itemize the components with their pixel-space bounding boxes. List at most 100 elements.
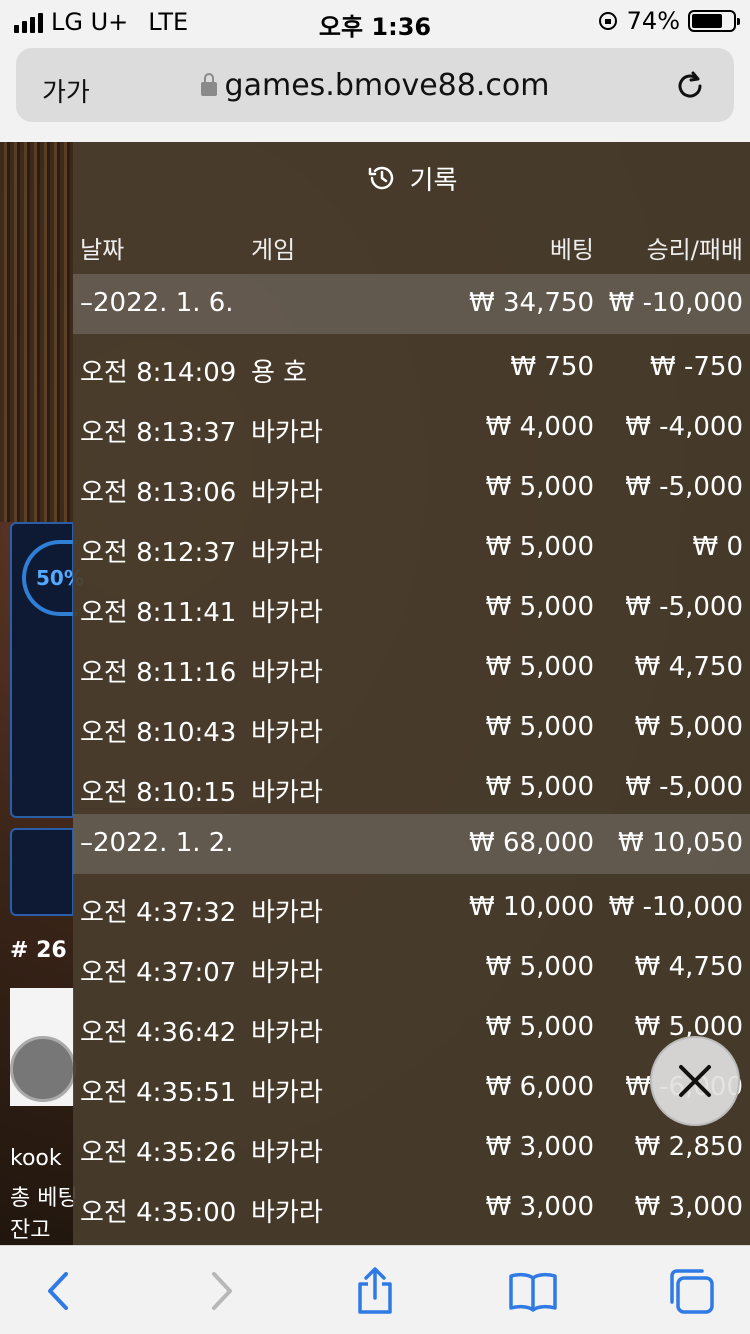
- history-row[interactable]: 오전 4:37:07 바카라 ₩ 5,000 ₩ 4,750: [73, 940, 750, 1000]
- row-bet: ₩ 6,000: [485, 1072, 594, 1102]
- column-date: 날짜: [80, 236, 125, 264]
- row-bet: ₩ 4,000: [485, 412, 594, 442]
- row-time: 오전 4:37:32: [80, 898, 237, 928]
- history-row[interactable]: 오전 8:13:06 바카라 ₩ 5,000 ₩ -5,000: [73, 460, 750, 520]
- row-game: 바카라: [251, 418, 323, 448]
- row-bet: ₩ 3,000: [485, 1132, 594, 1162]
- lock-icon: [200, 73, 217, 96]
- bookmarks-icon[interactable]: [508, 1266, 558, 1316]
- back-arrow-icon[interactable]: [34, 1266, 84, 1316]
- column-result: 승리/패배: [646, 236, 743, 264]
- row-game: 바카라: [251, 718, 323, 748]
- history-icon: [368, 166, 393, 190]
- column-bet: 베팅: [549, 236, 594, 264]
- history-row[interactable]: 오전 8:10:15 바카라 ₩ 5,000 ₩ -5,000: [73, 760, 750, 820]
- game-side-button[interactable]: [10, 828, 74, 916]
- row-game: 바카라: [251, 1078, 323, 1108]
- row-result: ₩ 4,750: [634, 652, 743, 682]
- url-display[interactable]: games.bmove88.com: [16, 68, 734, 103]
- row-bet: ₩ 5,000: [485, 652, 594, 682]
- group-bet-total: ₩ 68,000: [469, 828, 594, 858]
- group-date: –2022. 1. 6.: [80, 288, 234, 318]
- history-row[interactable]: 오전 8:10:43 바카라 ₩ 5,000 ₩ 5,000: [73, 700, 750, 760]
- row-result: ₩ -750: [650, 352, 743, 382]
- history-row[interactable]: 오전 8:11:16 바카라 ₩ 5,000 ₩ 4,750: [73, 640, 750, 700]
- history-row[interactable]: 오전 4:36:42 바카라 ₩ 5,000 ₩ 5,000: [73, 1000, 750, 1060]
- history-header: 기록: [73, 142, 750, 214]
- forward-arrow-icon[interactable]: [196, 1266, 246, 1316]
- history-row[interactable]: 오전 4:35:51바카라₩ 6,000₩ -6,000: [73, 1060, 750, 1120]
- row-time: 오전 4:35:00: [80, 1198, 237, 1228]
- battery-icon: [688, 10, 740, 32]
- row-bet: ₩ 5,000: [485, 532, 594, 562]
- game-video-strip: [0, 142, 74, 522]
- row-time: 오전 4:35:26: [80, 1138, 237, 1168]
- row-bet: ₩ 5,000: [485, 472, 594, 502]
- tabs-icon[interactable]: [666, 1266, 716, 1316]
- row-bet: ₩ 5,000: [485, 712, 594, 742]
- row-time: 오전 4:35:51: [80, 1078, 237, 1108]
- date-group-header[interactable]: –2022. 1. 2. ₩ 68,000 ₩ 10,050: [73, 814, 750, 874]
- row-bet: ₩ 750: [510, 352, 594, 382]
- username: kook: [10, 1146, 62, 1171]
- chip-button[interactable]: [10, 1036, 76, 1102]
- group-result-total: ₩ 10,050: [618, 828, 743, 858]
- row-result: ₩ 2,850: [634, 1132, 743, 1162]
- row-time: 오전 8:10:15: [80, 778, 237, 808]
- row-time: 오전 8:11:41: [80, 598, 237, 628]
- row-game: 바카라: [251, 598, 323, 628]
- row-game: 바카라: [251, 778, 323, 808]
- group-result-total: ₩ -10,000: [608, 288, 743, 318]
- row-time: 오전 8:13:37: [80, 418, 237, 448]
- history-row[interactable]: 오전 8:13:37 바카라 ₩ 4,000 ₩ -4,000: [73, 400, 750, 460]
- row-time: 오전 8:12:37: [80, 538, 237, 568]
- status-bar: LG U+ LTE 오후 1:36 74%: [0, 0, 750, 42]
- url-text: games.bmove88.com: [224, 68, 550, 103]
- history-title: 기록: [409, 165, 458, 196]
- date-group-header[interactable]: –2022. 1. 6. ₩ 34,750 ₩ -10,000: [73, 274, 750, 334]
- balance-label: 잔고: [10, 1218, 51, 1243]
- close-button[interactable]: [650, 1036, 740, 1126]
- history-row[interactable]: 오전 4:37:32 바카라 ₩ 10,000 ₩ -10,000: [73, 880, 750, 940]
- close-icon: [679, 1065, 711, 1097]
- row-bet: ₩ 5,000: [485, 592, 594, 622]
- row-result: ₩ -5,000: [625, 472, 743, 502]
- row-result: ₩ -10,000: [608, 892, 743, 922]
- table-number: # 26: [10, 938, 67, 963]
- row-time: 오전 8:13:06: [80, 478, 237, 508]
- reload-icon[interactable]: [672, 68, 708, 104]
- row-game: 용 호: [251, 358, 308, 388]
- browser-toolbar: [0, 1245, 750, 1334]
- history-row[interactable]: 오전 8:14:09 용 호 ₩ 750 ₩ -750: [73, 340, 750, 400]
- share-icon[interactable]: [350, 1266, 400, 1316]
- address-bar[interactable]: 가가 games.bmove88.com: [16, 48, 734, 122]
- total-bet-label: 총 베팅: [10, 1186, 78, 1211]
- battery-percent: 74%: [626, 7, 680, 35]
- row-result: ₩ 5,000: [634, 712, 743, 742]
- row-result: ₩ -5,000: [625, 772, 743, 802]
- row-bet: ₩ 5,000: [485, 772, 594, 802]
- row-bet: ₩ 5,000: [485, 1012, 594, 1042]
- row-game: 바카라: [251, 1018, 323, 1048]
- column-game: 게임: [251, 236, 296, 264]
- row-bet: ₩ 10,000: [469, 892, 594, 922]
- column-header: 날짜 게임 베팅 승리/패배: [73, 214, 750, 274]
- row-result: ₩ 4,750: [634, 952, 743, 982]
- row-result: ₩ -4,000: [625, 412, 743, 442]
- group-date: –2022. 1. 2.: [80, 828, 234, 858]
- browser-address-area: 가가 games.bmove88.com: [0, 42, 750, 142]
- row-time: 오전 8:14:09: [80, 358, 237, 388]
- group-bet-total: ₩ 34,750: [469, 288, 594, 318]
- row-game: 바카라: [251, 658, 323, 688]
- row-game: 바카라: [251, 1198, 323, 1228]
- row-result: ₩ 3,000: [634, 1192, 743, 1222]
- row-game: 바카라: [251, 478, 323, 508]
- history-row[interactable]: 오전 4:35:26 바카라 ₩ 3,000 ₩ 2,850: [73, 1120, 750, 1180]
- row-game: 바카라: [251, 1138, 323, 1168]
- row-result: ₩ 0: [692, 532, 743, 562]
- row-bet: ₩ 3,000: [485, 1192, 594, 1222]
- history-row[interactable]: 오전 4:35:00 바카라 ₩ 3,000 ₩ 3,000: [73, 1180, 750, 1240]
- history-row[interactable]: 오전 8:12:37 바카라 ₩ 5,000 ₩ 0: [73, 520, 750, 580]
- history-row[interactable]: 오전 8:11:41 바카라 ₩ 5,000 ₩ -5,000: [73, 580, 750, 640]
- row-bet: ₩ 5,000: [485, 952, 594, 982]
